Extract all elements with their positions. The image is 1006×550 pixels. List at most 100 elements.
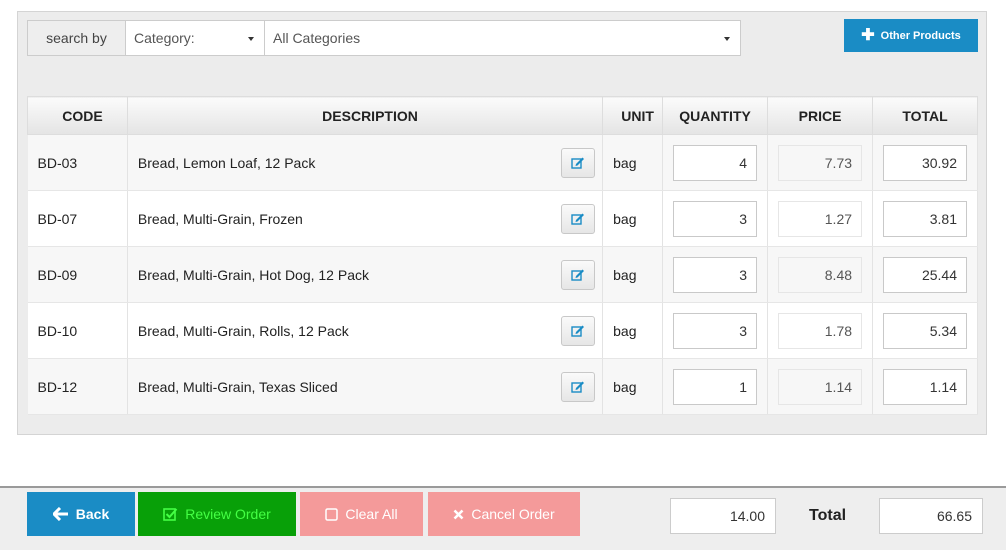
- row-unit: bag: [602, 134, 664, 191]
- category-select[interactable]: All Categories: [265, 20, 741, 56]
- check-square-icon: [163, 508, 178, 521]
- row-quantity-cell: 3: [662, 246, 769, 303]
- back-button[interactable]: Back: [27, 492, 135, 536]
- edit-button[interactable]: [561, 204, 596, 234]
- row-code: BD-03: [27, 134, 128, 191]
- header-unit[interactable]: UNIT: [602, 96, 664, 135]
- price-field: 1.78: [778, 312, 863, 349]
- edit-icon: [571, 381, 585, 393]
- back-label: Back: [75, 506, 110, 522]
- row-total-cell: 30.92: [872, 134, 978, 191]
- total-label: Total: [809, 507, 847, 524]
- other-products-label: Other Products: [880, 29, 961, 42]
- row-description-cell: Bread, Lemon Loaf, 12 Pack: [127, 134, 604, 191]
- search-field-select[interactable]: Category:: [126, 20, 265, 56]
- search-bar: search by Category: All Categories: [27, 20, 741, 56]
- edit-icon: [571, 213, 585, 225]
- row-total-cell: 3.81: [872, 190, 978, 247]
- edit-button[interactable]: [561, 316, 596, 346]
- total-field[interactable]: 1.14: [883, 368, 967, 405]
- caret-down-icon: [248, 37, 254, 41]
- total-value-field: 66.65: [879, 498, 983, 534]
- caret-down-icon: [724, 37, 730, 41]
- arrow-left-icon: [52, 507, 68, 521]
- review-order-button[interactable]: Review Order: [138, 492, 296, 536]
- row-total-cell: 25.44: [872, 246, 978, 303]
- edit-button[interactable]: [561, 148, 596, 178]
- order-panel: search by Category: All Categories ✚ Oth…: [17, 11, 987, 435]
- table-row: BD-03 Bread, Lemon Loaf, 12 Pack bag 4 7…: [27, 134, 978, 191]
- review-order-label: Review Order: [185, 506, 271, 522]
- row-price-cell: 1.14: [767, 358, 873, 415]
- row-total-cell: 5.34: [872, 302, 978, 359]
- plus-icon: ✚: [861, 26, 875, 44]
- row-description: Bread, Multi-Grain, Texas Sliced: [137, 378, 338, 395]
- header-price[interactable]: PRICE: [767, 96, 873, 135]
- search-by-label: search by: [27, 20, 126, 56]
- row-code: BD-07: [27, 190, 128, 247]
- total-field[interactable]: 25.44: [883, 256, 967, 293]
- edit-button[interactable]: [561, 372, 596, 402]
- cancel-order-label: Cancel Order: [471, 506, 555, 522]
- quantity-input[interactable]: 3: [673, 200, 758, 237]
- row-price-cell: 1.27: [767, 190, 873, 247]
- quantity-input[interactable]: 1: [673, 368, 758, 405]
- row-total-cell: 1.14: [872, 358, 978, 415]
- table-row: BD-07 Bread, Multi-Grain, Frozen bag 3 1…: [27, 190, 978, 247]
- cancel-order-button[interactable]: Cancel Order: [428, 492, 580, 536]
- price-field: 1.27: [778, 200, 863, 237]
- square-icon: [325, 507, 339, 521]
- row-description-cell: Bread, Multi-Grain, Texas Sliced: [127, 358, 604, 415]
- row-price-cell: 1.78: [767, 302, 873, 359]
- row-description: Bread, Lemon Loaf, 12 Pack: [137, 154, 316, 171]
- row-unit: bag: [602, 358, 664, 415]
- table-row: BD-12 Bread, Multi-Grain, Texas Sliced b…: [27, 358, 978, 415]
- row-description-cell: Bread, Multi-Grain, Rolls, 12 Pack: [127, 302, 604, 359]
- row-unit: bag: [602, 246, 664, 303]
- row-unit: bag: [602, 302, 664, 359]
- clear-all-label: Clear All: [345, 506, 398, 522]
- quantity-input[interactable]: 4: [673, 144, 758, 181]
- row-quantity-cell: 4: [662, 134, 769, 191]
- row-description: Bread, Multi-Grain, Hot Dog, 12 Pack: [137, 266, 369, 283]
- header-total[interactable]: TOTAL: [872, 96, 978, 135]
- row-description-cell: Bread, Multi-Grain, Hot Dog, 12 Pack: [127, 246, 604, 303]
- row-code: BD-09: [27, 246, 128, 303]
- other-products-button[interactable]: ✚ Other Products: [844, 19, 978, 52]
- header-quantity[interactable]: QUANTITY: [662, 96, 769, 135]
- header-code[interactable]: CODE: [27, 96, 128, 135]
- row-quantity-cell: 3: [662, 302, 769, 359]
- header-description[interactable]: DESCRIPTION: [126, 96, 604, 135]
- table-row: BD-10 Bread, Multi-Grain, Rolls, 12 Pack…: [27, 302, 978, 359]
- quantity-sum-field: 14.00: [670, 498, 776, 534]
- table-row: BD-09 Bread, Multi-Grain, Hot Dog, 12 Pa…: [27, 246, 978, 303]
- search-field-value: Category:: [134, 30, 195, 46]
- order-table: CODE DESCRIPTION UNIT QUANTITY PRICE TOT…: [27, 96, 978, 415]
- price-field: 8.48: [778, 256, 863, 293]
- edit-button[interactable]: [561, 260, 596, 290]
- row-quantity-cell: 3: [662, 190, 769, 247]
- close-icon: [453, 509, 464, 519]
- clear-all-button[interactable]: Clear All: [300, 492, 423, 536]
- row-price-cell: 7.73: [767, 134, 873, 191]
- edit-icon: [571, 325, 585, 337]
- row-description-cell: Bread, Multi-Grain, Frozen: [127, 190, 604, 247]
- total-field[interactable]: 5.34: [883, 312, 967, 349]
- row-code: BD-12: [27, 358, 128, 415]
- total-field[interactable]: 30.92: [883, 144, 967, 181]
- row-price-cell: 8.48: [767, 246, 873, 303]
- row-quantity-cell: 1: [662, 358, 769, 415]
- price-field: 7.73: [778, 144, 863, 181]
- row-description: Bread, Multi-Grain, Rolls, 12 Pack: [137, 322, 349, 339]
- category-value: All Categories: [273, 30, 361, 46]
- edit-icon: [571, 269, 585, 281]
- quantity-input[interactable]: 3: [673, 312, 758, 349]
- row-unit: bag: [602, 190, 664, 247]
- price-field: 1.14: [778, 368, 863, 405]
- row-code: BD-10: [27, 302, 128, 359]
- quantity-input[interactable]: 3: [673, 256, 758, 293]
- table-header-row: CODE DESCRIPTION UNIT QUANTITY PRICE TOT…: [27, 96, 978, 135]
- order-footer: Back Review Order Clear All Cancel Order…: [0, 486, 1006, 550]
- total-field[interactable]: 3.81: [883, 200, 967, 237]
- row-description: Bread, Multi-Grain, Frozen: [137, 210, 303, 227]
